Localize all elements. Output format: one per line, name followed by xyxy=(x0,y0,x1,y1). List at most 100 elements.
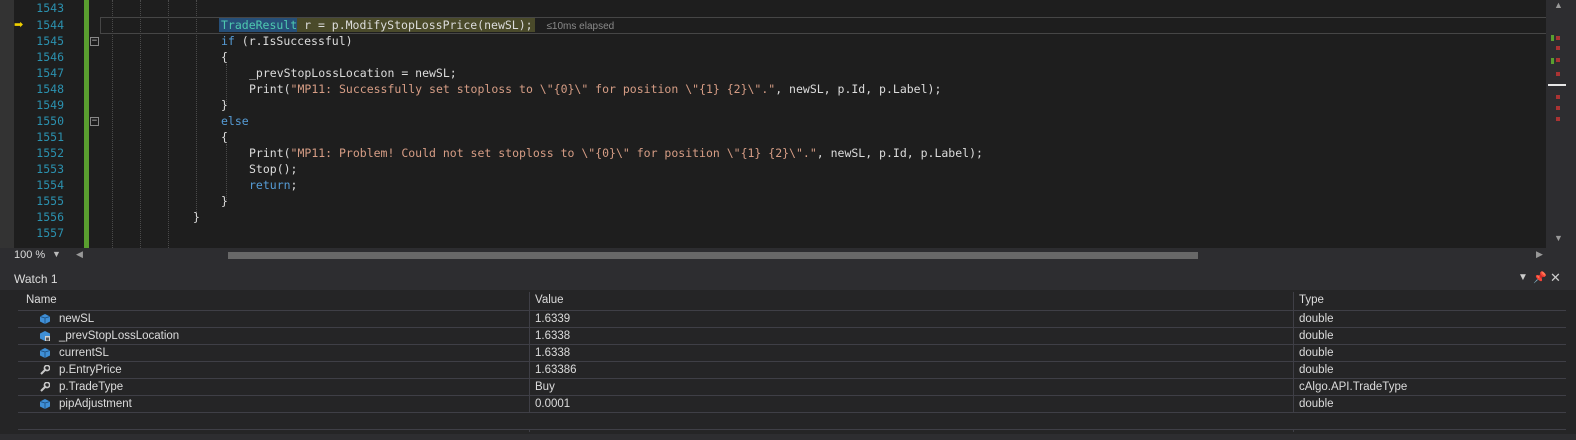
field-icon xyxy=(40,399,50,409)
watch-header-row xyxy=(18,292,1566,311)
code-line-1550[interactable]: else xyxy=(221,113,249,129)
code-text: , newSL, p.Id, p.Label); xyxy=(816,146,983,160)
horizontal-scrollbar[interactable] xyxy=(88,248,1533,264)
watch-type: double xyxy=(1299,330,1334,342)
perf-tip[interactable]: ≤10ms elapsed xyxy=(546,21,614,32)
watch-row[interactable]: pipAdjustment 0.0001 double xyxy=(18,396,1566,413)
watch-bottom-edge xyxy=(0,434,1576,440)
watch-row[interactable]: newSL 1.6339 double xyxy=(18,311,1566,328)
error-marker xyxy=(1556,72,1560,76)
change-marker xyxy=(1551,58,1554,64)
current-statement-arrow-icon: ➡ xyxy=(14,19,24,31)
line-number: 1544 xyxy=(36,18,64,32)
scroll-left-arrow-icon[interactable]: ◀ xyxy=(76,249,83,260)
brace: } xyxy=(193,210,200,224)
code-editor[interactable]: ➡ 1543 1544 1545 1546 1547 1548 1549 155… xyxy=(0,0,1576,248)
watch-value[interactable]: 1.6338 xyxy=(535,345,570,361)
watch-name: p.EntryPrice xyxy=(59,364,122,376)
watch-type: double xyxy=(1299,398,1334,410)
code-line-1545[interactable]: if (r.IsSuccessful) xyxy=(221,33,353,49)
line-number: 1551 xyxy=(36,130,64,144)
code-line-1551[interactable]: { xyxy=(221,129,228,145)
line-number: 1549 xyxy=(36,98,64,112)
watch-type: double xyxy=(1299,347,1334,359)
line-number: 1554 xyxy=(36,178,64,192)
line-number: 1555 xyxy=(36,194,64,208)
code-line-1546[interactable]: { xyxy=(221,49,228,65)
code-line-1556[interactable]: } xyxy=(193,209,200,225)
column-header-name[interactable]: Name xyxy=(26,292,57,309)
close-icon[interactable]: ✕ xyxy=(1550,270,1561,286)
property-wrench-icon xyxy=(40,365,50,375)
pin-icon[interactable]: 📌 xyxy=(1533,271,1547,284)
watch-value[interactable]: Buy xyxy=(535,379,555,395)
column-header-type[interactable]: Type xyxy=(1299,292,1324,309)
line-number: 1556 xyxy=(36,210,64,224)
watch-row[interactable]: _prevStopLossLocation 1.6338 double xyxy=(18,328,1566,345)
error-marker xyxy=(1556,46,1560,50)
code-text: ; xyxy=(290,178,298,192)
watch-row[interactable]: p.EntryPrice 1.63386 double xyxy=(18,362,1566,379)
zoom-dropdown-arrow-icon[interactable]: ▼ xyxy=(52,249,61,259)
line-number: 1550 xyxy=(36,114,64,128)
watch-row[interactable]: p.TradeType Buy cAlgo.API.TradeType xyxy=(18,379,1566,396)
string-token: "MP11: Successfully set stoploss to \"{0… xyxy=(290,82,776,96)
line-number: 1543 xyxy=(36,1,64,15)
code-text: Stop(); xyxy=(249,162,298,176)
column-header-value[interactable]: Value xyxy=(535,292,564,309)
code-text: _prevStopLossLocation = newSL; xyxy=(249,66,457,80)
code-line-1554[interactable]: return; xyxy=(249,177,297,193)
glyph-margin[interactable] xyxy=(0,0,14,248)
watch-value[interactable]: 0.0001 xyxy=(535,396,570,412)
collapse-toggle-icon[interactable]: − xyxy=(90,37,99,46)
watch-value[interactable]: 1.63386 xyxy=(535,362,577,378)
code-line-1548[interactable]: Print("MP11: Successfully set stoploss t… xyxy=(249,81,941,97)
watch-type: cAlgo.API.TradeType xyxy=(1299,381,1408,393)
watch-name: _prevStopLossLocation xyxy=(59,330,180,342)
line-number: 1553 xyxy=(36,162,64,176)
string-token: "MP11: Problem! Could not set stoploss t… xyxy=(290,146,817,160)
code-line-1547[interactable]: _prevStopLossLocation = newSL; xyxy=(249,65,457,81)
brace: } xyxy=(221,194,228,208)
watch-value[interactable]: 1.6338 xyxy=(535,328,570,344)
editor-status-row: 100 % ▼ ◀ ▶ xyxy=(0,248,1576,264)
type-token: TradeResult xyxy=(221,18,298,32)
code-line-1549[interactable]: } xyxy=(221,97,228,113)
change-marker xyxy=(1551,35,1554,41)
error-marker xyxy=(1556,58,1560,62)
watch-value[interactable]: 1.6339 xyxy=(535,311,570,327)
scroll-down-arrow-icon[interactable]: ▼ xyxy=(1554,233,1563,243)
keyword-token: else xyxy=(221,114,249,128)
brace: } xyxy=(221,98,228,112)
window-menu-dropdown-icon[interactable]: ▼ xyxy=(1518,272,1528,283)
private-field-icon xyxy=(40,331,50,341)
watch-empty-row[interactable] xyxy=(18,413,1566,430)
error-marker xyxy=(1556,95,1560,99)
collapse-toggle-icon[interactable]: − xyxy=(90,117,99,126)
code-text: Print( xyxy=(249,82,291,96)
scroll-right-arrow-icon[interactable]: ▶ xyxy=(1536,249,1543,260)
line-number: 1547 xyxy=(36,66,64,80)
watch-name: currentSL xyxy=(59,347,109,359)
code-line-1555[interactable]: } xyxy=(221,193,228,209)
indent-guide xyxy=(140,0,141,248)
watch-name: p.TradeType xyxy=(59,381,124,393)
code-text: , newSL, p.Id, p.Label); xyxy=(775,82,942,96)
watch-title-bar[interactable]: Watch 1 ▼ 📌 ✕ xyxy=(0,268,1576,290)
brace: { xyxy=(221,130,228,144)
watch-type: double xyxy=(1299,364,1334,376)
change-tracking-bar xyxy=(84,0,89,248)
keyword-token: return xyxy=(249,178,291,192)
zoom-level[interactable]: 100 % xyxy=(14,249,45,261)
watch-title: Watch 1 xyxy=(14,272,58,286)
field-icon xyxy=(40,314,50,324)
code-line-1552[interactable]: Print("MP11: Problem! Could not set stop… xyxy=(249,145,983,161)
watch-window: Watch 1 ▼ 📌 ✕ Name Value Type newSL 1.63… xyxy=(0,268,1576,440)
line-number: 1552 xyxy=(36,146,64,160)
watch-row[interactable]: currentSL 1.6338 double xyxy=(18,345,1566,362)
brace: { xyxy=(221,50,228,64)
code-line-1553[interactable]: Stop(); xyxy=(249,161,297,177)
scroll-up-arrow-icon[interactable]: ▲ xyxy=(1554,0,1563,10)
watch-type: double xyxy=(1299,313,1334,325)
horizontal-scroll-thumb[interactable] xyxy=(228,252,1198,259)
